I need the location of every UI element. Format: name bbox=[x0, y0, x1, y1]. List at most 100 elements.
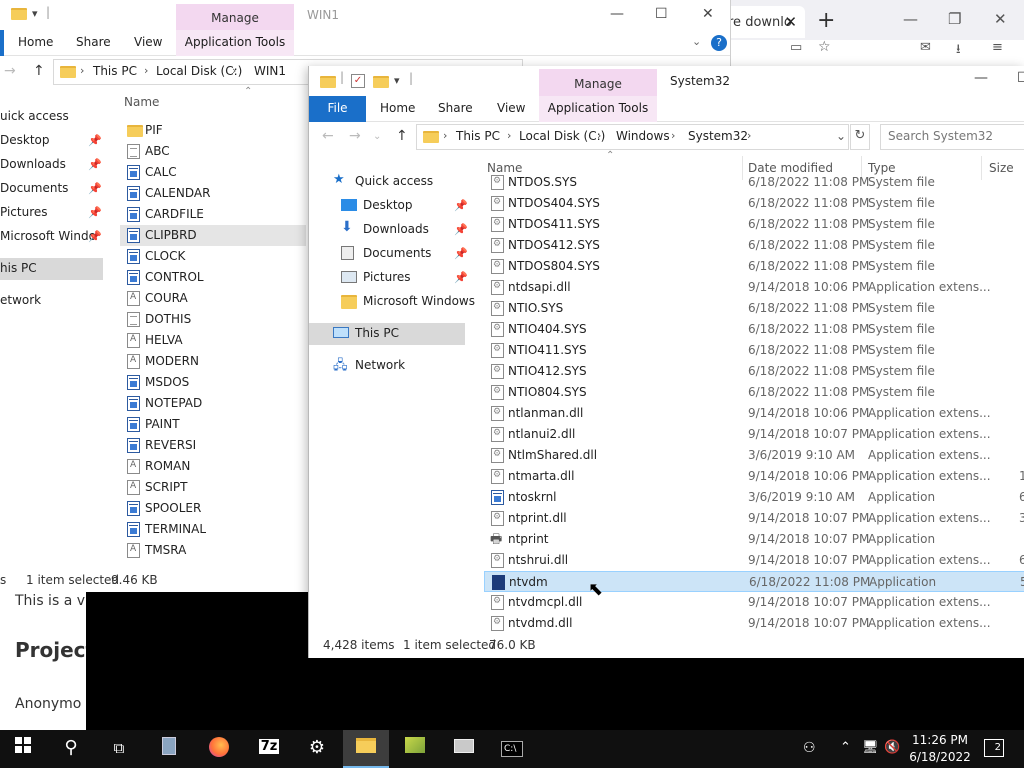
recent-dropdown-icon[interactable]: ⌄ bbox=[373, 131, 381, 142]
taskbar-app-server-manager[interactable] bbox=[146, 730, 192, 768]
file-row[interactable]: NtlmShared.dll 3/6/2019 9:10 AM Applicatio… bbox=[484, 445, 1024, 466]
win2-tab-view[interactable]: View bbox=[497, 101, 525, 115]
people-icon[interactable]: ⚇ bbox=[803, 740, 816, 756]
file-row[interactable]: CLOCK bbox=[120, 246, 306, 267]
win1-nav-desktop[interactable]: Desktop 📌 bbox=[0, 130, 103, 152]
taskbar-app-settings[interactable]: ⚙ bbox=[294, 730, 340, 768]
qat-dropdown-icon[interactable]: ▾ bbox=[394, 74, 400, 87]
win1-nav-downloads[interactable]: Downloads 📌 bbox=[0, 154, 103, 176]
win1-tab-home[interactable]: Home bbox=[18, 35, 53, 49]
clock[interactable]: 11:26 PM 6/18/2022 bbox=[906, 732, 974, 766]
file-row[interactable]: ABC bbox=[120, 141, 306, 162]
win2-up-icon[interactable]: ↑ bbox=[396, 128, 408, 144]
file-row[interactable]: NTDOS804.SYS 6/18/2022 11:08 PMSystem fil… bbox=[484, 256, 1024, 277]
win2-breadcrumb-local-disk[interactable]: Local Disk (C:) bbox=[519, 129, 605, 143]
file-row[interactable]: CALC bbox=[120, 162, 306, 183]
win1-nav-quick-access[interactable]: uick access bbox=[0, 106, 103, 128]
win2-nav-quick-access[interactable]: ★ Quick access bbox=[333, 171, 468, 193]
file-row[interactable]: ntvdmd.dll 9/14/2018 10:07 PMApplication … bbox=[484, 613, 1024, 634]
win1-forward-icon[interactable]: → bbox=[4, 63, 16, 79]
win2-nav-microsoft-windows[interactable]: Microsoft Windows bbox=[341, 291, 475, 313]
network-tray-icon[interactable]: 🖥 bbox=[862, 740, 879, 755]
win2-minimize-button[interactable]: — bbox=[974, 70, 988, 86]
file-row[interactable]: CALENDAR bbox=[120, 183, 306, 204]
file-row[interactable]: NTDOS412.SYS 6/18/2022 11:08 PMSystem fil… bbox=[484, 235, 1024, 256]
win1-file-tab[interactable] bbox=[0, 30, 4, 56]
file-row[interactable]: SCRIPT bbox=[120, 477, 306, 498]
properties-icon[interactable]: ✓ bbox=[351, 74, 365, 88]
new-tab-button[interactable]: + bbox=[817, 8, 835, 33]
file-row[interactable]: ntlanui2.dll 9/14/2018 10:07 PMApplicatio… bbox=[484, 424, 1024, 445]
file-row[interactable]: SPOOLER bbox=[120, 498, 306, 519]
download-icon[interactable]: ⭳ bbox=[956, 40, 961, 62]
win2-nav-pictures[interactable]: Pictures 📌 bbox=[341, 267, 468, 289]
file-row[interactable]: ntdsapi.dll 9/14/2018 10:06 PMApplication… bbox=[484, 277, 1024, 298]
help-icon[interactable]: ? bbox=[711, 35, 727, 51]
win1-minimize-button[interactable]: — bbox=[610, 6, 624, 22]
file-row[interactable]: MSDOS bbox=[120, 372, 306, 393]
file-row[interactable]: NTDOS.SYS 6/18/2022 11:08 PMSystem file bbox=[484, 172, 1024, 193]
win1-close-button[interactable]: ✕ bbox=[702, 6, 714, 22]
close-tab-icon[interactable]: ✕ bbox=[784, 13, 797, 31]
win2-address-bar[interactable]: › This PC › Local Disk (C:) › Windows › … bbox=[416, 124, 849, 150]
file-row[interactable]: ROMAN bbox=[120, 456, 306, 477]
file-row[interactable]: TMSRA bbox=[120, 540, 306, 561]
qat-dropdown-icon[interactable]: ▾ bbox=[32, 7, 38, 20]
file-row[interactable]: NTDOS404.SYS 6/18/2022 11:08 PMSystem fil… bbox=[484, 193, 1024, 214]
win2-breadcrumb-system32[interactable]: System32 bbox=[688, 129, 748, 143]
taskbar-app-7zip[interactable]: 7z bbox=[246, 730, 292, 768]
win1-nav-this-pc[interactable]: his PC bbox=[0, 258, 103, 280]
win2-breadcrumb-this-pc[interactable]: This PC bbox=[456, 129, 500, 143]
browser-close-button[interactable]: ✕ bbox=[994, 10, 1007, 28]
task-view-button[interactable]: ⧉ bbox=[96, 730, 142, 768]
chevron-up-icon[interactable]: ⌃ bbox=[840, 740, 851, 755]
win2-tab-home[interactable]: Home bbox=[380, 101, 415, 115]
win1-up-icon[interactable]: ↑ bbox=[33, 63, 45, 79]
file-row[interactable]: DOTHIS bbox=[120, 309, 306, 330]
win2-manage-tab[interactable]: Manage bbox=[539, 69, 657, 99]
file-row[interactable]: ntlanman.dll 9/14/2018 10:06 PMApplicatio… bbox=[484, 403, 1024, 424]
file-row[interactable]: ntvdm 6/18/2022 11:08 PMApplication 5 bbox=[484, 571, 1024, 592]
file-row[interactable]: NTIO.SYS 6/18/2022 11:08 PMSystem file bbox=[484, 298, 1024, 319]
win2-maximize-button[interactable]: ☐ bbox=[1017, 70, 1024, 86]
taskbar-app-tool[interactable] bbox=[392, 730, 438, 768]
search-button[interactable]: ⚲ bbox=[48, 730, 94, 768]
file-row[interactable]: MODERN bbox=[120, 351, 306, 372]
file-row[interactable]: ntprint 9/14/2018 10:07 PMApplication bbox=[484, 529, 1024, 552]
file-row[interactable]: REVERSI bbox=[120, 435, 306, 456]
win1-nav-network[interactable]: etwork bbox=[0, 290, 103, 312]
file-row[interactable]: CARDFILE bbox=[120, 204, 306, 225]
start-button[interactable] bbox=[0, 730, 46, 768]
address-dropdown-icon[interactable]: ⌄ bbox=[836, 129, 846, 143]
win1-tab-view[interactable]: View bbox=[134, 35, 162, 49]
file-row[interactable]: NTIO804.SYS 6/18/2022 11:08 PMSystem file bbox=[484, 382, 1024, 403]
taskbar-app-file-explorer[interactable] bbox=[343, 730, 389, 768]
taskbar-app-cmd[interactable]: C:\ bbox=[489, 730, 535, 768]
win1-breadcrumb-local-disk[interactable]: Local Disk (C:) bbox=[156, 64, 242, 78]
win2-search-box[interactable]: Search System32 bbox=[880, 124, 1024, 150]
file-row[interactable]: ntvdmcpl.dll 9/14/2018 10:07 PMApplicatio… bbox=[484, 592, 1024, 613]
win2-nav-this-pc[interactable]: This PC bbox=[309, 323, 465, 345]
win1-maximize-button[interactable]: ☐ bbox=[655, 6, 668, 22]
volume-muted-icon[interactable]: 🔇 bbox=[884, 740, 900, 755]
file-row[interactable]: NTIO412.SYS 6/18/2022 11:08 PMSystem file bbox=[484, 361, 1024, 382]
file-row[interactable]: NTIO404.SYS 6/18/2022 11:08 PMSystem file bbox=[484, 319, 1024, 340]
taskbar-app-firefox[interactable] bbox=[196, 730, 242, 768]
win1-breadcrumb-this-pc[interactable]: This PC bbox=[93, 64, 137, 78]
win2-nav-desktop[interactable]: Desktop 📌 bbox=[341, 195, 468, 217]
win2-tab-application-tools[interactable]: Application Tools bbox=[539, 96, 657, 122]
file-row[interactable]: ntprint.dll 9/14/2018 10:07 PMApplication… bbox=[484, 508, 1024, 529]
file-row[interactable]: CLIPBRD bbox=[120, 225, 306, 246]
file-row[interactable]: PAINT bbox=[120, 414, 306, 435]
ribbon-expand-icon[interactable]: ⌄ bbox=[692, 35, 701, 48]
win2-breadcrumb-windows[interactable]: Windows bbox=[616, 129, 670, 143]
file-row[interactable]: NOTEPAD bbox=[120, 393, 306, 414]
file-row[interactable]: ntshrui.dll 9/14/2018 10:07 PMApplication… bbox=[484, 550, 1024, 571]
win2-nav-network[interactable]: 🖧 Network bbox=[333, 355, 468, 377]
win1-breadcrumb-win1[interactable]: WIN1 bbox=[254, 64, 286, 78]
browser-minimize-button[interactable]: — bbox=[903, 10, 918, 28]
file-row[interactable]: ntmarta.dll 9/14/2018 10:06 PMApplication… bbox=[484, 466, 1024, 487]
file-row[interactable]: CONTROL bbox=[120, 267, 306, 288]
win2-back-icon[interactable]: ← bbox=[322, 128, 334, 144]
taskbar-app-network[interactable] bbox=[441, 730, 487, 768]
